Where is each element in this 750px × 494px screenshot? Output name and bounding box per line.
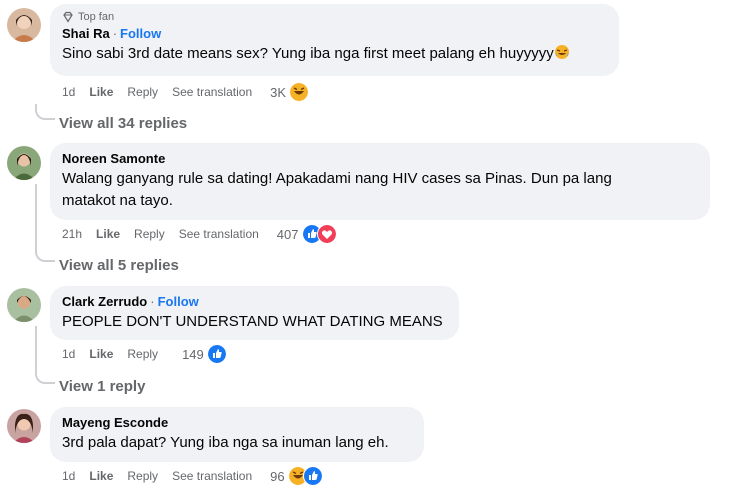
reply-button[interactable]: Reply bbox=[127, 85, 158, 99]
reaction-summary[interactable]: 3K bbox=[270, 82, 310, 102]
commenter-name[interactable]: Mayeng Esconde bbox=[62, 415, 168, 430]
comment-time[interactable]: 1d bbox=[62, 469, 75, 483]
comment-text: Sino sabi 3rd date means sex? Yung iba n… bbox=[62, 43, 607, 65]
haha-icon bbox=[289, 82, 310, 102]
avatar[interactable] bbox=[7, 146, 41, 180]
avatar[interactable] bbox=[7, 288, 41, 322]
comment-actions: 1d Like Reply See translation 3K bbox=[62, 82, 310, 102]
top-fan-badge: Top fan bbox=[62, 10, 607, 24]
comment-body: Sino sabi 3rd date means sex? Yung iba n… bbox=[62, 45, 554, 62]
thread-connector bbox=[35, 368, 55, 384]
reaction-summary[interactable]: 407 bbox=[277, 224, 337, 244]
reply-button[interactable]: Reply bbox=[127, 347, 158, 361]
comment-text: Walang ganyang rule sa dating! Apakadami… bbox=[62, 168, 698, 212]
comment-bubble: Top fan Shai Ra · Follow Sino sabi 3rd dat… bbox=[50, 4, 619, 76]
love-icon bbox=[316, 224, 337, 244]
see-translation-link[interactable]: See translation bbox=[172, 469, 252, 483]
see-translation-link[interactable]: See translation bbox=[172, 85, 252, 99]
reaction-count: 3K bbox=[270, 84, 287, 100]
follow-button[interactable]: Follow bbox=[158, 294, 199, 309]
thread-connector bbox=[35, 246, 55, 262]
thread-connector bbox=[35, 104, 55, 120]
reply-button[interactable]: Reply bbox=[127, 469, 158, 483]
commenter-name[interactable]: Shai Ra bbox=[62, 26, 110, 41]
comment-actions: 1d Like Reply 149 bbox=[62, 344, 227, 364]
crying-laughing-emoji-icon bbox=[554, 45, 569, 59]
comment-actions: 21h Like Reply See translation 407 bbox=[62, 224, 337, 244]
see-translation-link[interactable]: See translation bbox=[179, 227, 259, 241]
commenter-name[interactable]: Clark Zerrudo bbox=[62, 294, 147, 309]
like-button[interactable]: Like bbox=[89, 85, 113, 99]
reaction-summary[interactable]: 149 bbox=[182, 344, 227, 364]
like-button[interactable]: Like bbox=[96, 227, 120, 241]
view-replies-link[interactable]: View all 34 replies bbox=[59, 115, 187, 132]
comment-time[interactable]: 21h bbox=[62, 227, 82, 241]
reaction-count: 149 bbox=[182, 346, 204, 362]
reaction-count: 407 bbox=[276, 226, 299, 242]
comment-time[interactable]: 1d bbox=[62, 85, 75, 99]
thread-line bbox=[35, 326, 37, 368]
view-replies-link[interactable]: View all 5 replies bbox=[59, 257, 179, 274]
diamond-icon bbox=[63, 11, 73, 23]
like-icon bbox=[206, 344, 227, 364]
comment-line: matakot na tayo. bbox=[62, 192, 173, 209]
view-replies-link[interactable]: View 1 reply bbox=[59, 378, 145, 395]
comment-bubble: Mayeng Esconde 3rd pala dapat? Yung iba … bbox=[50, 407, 424, 462]
reply-button[interactable]: Reply bbox=[134, 227, 165, 241]
thread-line bbox=[35, 184, 37, 246]
like-button[interactable]: Like bbox=[89, 469, 113, 483]
comment-thread: Top fan Shai Ra · Follow Sino sabi 3rd dat… bbox=[0, 0, 750, 494]
comment-actions: 1d Like Reply See translation 96 bbox=[62, 466, 323, 486]
reaction-count: 96 bbox=[270, 468, 285, 484]
like-icon bbox=[302, 466, 323, 486]
comment-bubble: Noreen Samonte Walang ganyang rule sa da… bbox=[50, 143, 710, 220]
comment-text: PEOPLE DON'T UNDERSTAND WHAT DATING MEAN… bbox=[62, 313, 443, 330]
comment-text: 3rd pala dapat? Yung iba nga sa inuman l… bbox=[62, 434, 389, 451]
badge-label: Top fan bbox=[78, 11, 115, 23]
avatar[interactable] bbox=[7, 8, 41, 42]
follow-button[interactable]: Follow bbox=[120, 26, 161, 41]
reaction-summary[interactable]: 96 bbox=[270, 466, 323, 486]
comment-time[interactable]: 1d bbox=[62, 347, 75, 361]
comment-line: Walang ganyang rule sa dating! Apakadami… bbox=[62, 170, 612, 187]
like-button[interactable]: Like bbox=[89, 347, 113, 361]
commenter-name[interactable]: Noreen Samonte bbox=[62, 151, 165, 166]
comment-bubble: Clark Zerrudo · Follow PEOPLE DON'T UNDERS… bbox=[50, 286, 459, 340]
avatar[interactable] bbox=[7, 409, 41, 443]
